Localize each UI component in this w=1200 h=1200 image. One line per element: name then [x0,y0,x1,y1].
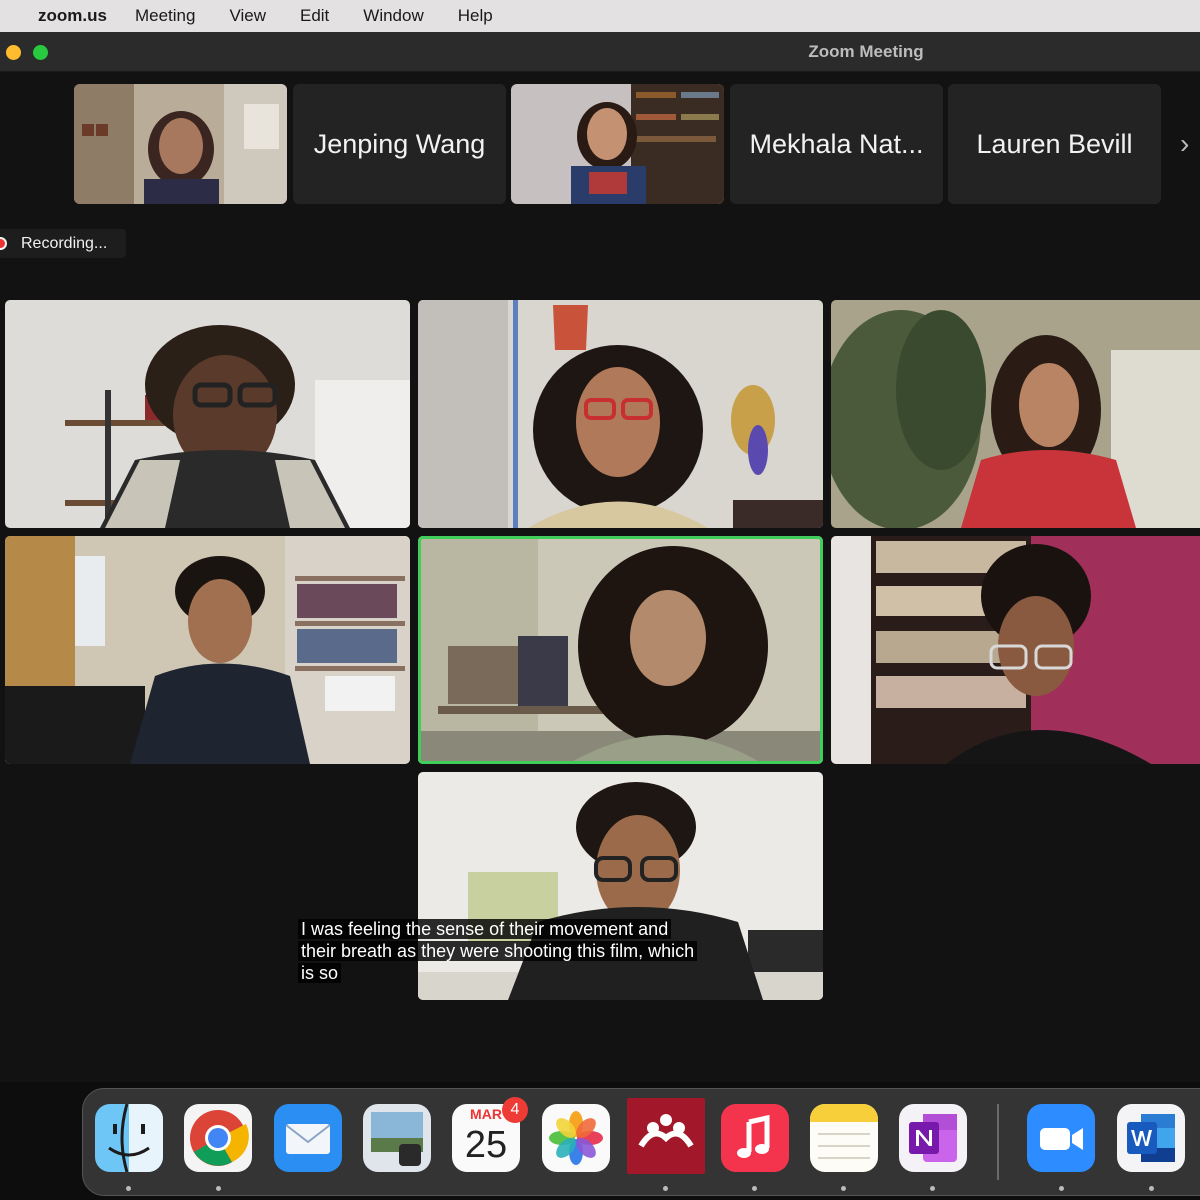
calendar-day: 25 [464,1124,508,1166]
mendeley-icon[interactable] [627,1098,705,1174]
running-indicator [216,1186,221,1191]
photos-icon[interactable] [542,1104,610,1172]
zoom-window-button[interactable] [33,45,48,60]
video-tile[interactable] [831,300,1200,528]
running-indicator [841,1186,846,1191]
minimize-button[interactable] [6,45,21,60]
menu-window[interactable]: Window [363,6,423,26]
active-speaker-tile[interactable] [418,536,823,764]
calendar-badge: 4 [502,1097,528,1123]
notes-icon[interactable] [810,1104,878,1172]
menu-help[interactable]: Help [458,6,493,26]
closed-caption: I was feeling the sense of their movemen… [298,918,738,984]
window-titlebar: Zoom Meeting [0,32,1200,72]
filmstrip-name-3[interactable]: Lauren Bevill [948,84,1161,204]
finder-icon[interactable] [95,1104,163,1172]
menu-view[interactable]: View [229,6,266,26]
video-tile[interactable] [418,300,823,528]
video-tile[interactable] [5,300,410,528]
menu-meeting[interactable]: Meeting [135,6,195,26]
dock-separator [997,1104,999,1180]
running-indicator [1149,1186,1154,1191]
caption-line: their breath as they were shooting this … [298,941,698,961]
caption-line: I was feeling the sense of their movemen… [298,919,672,939]
filmstrip-video-2[interactable] [511,84,724,204]
running-indicator [930,1186,935,1191]
menu-bar: zoom.us Meeting View Edit Window Help [0,0,1200,32]
recording-indicator[interactable]: Recording... [0,229,126,258]
menu-app-name[interactable]: zoom.us [38,6,107,26]
filmstrip-name-2[interactable]: Mekhala Nat... [730,84,943,204]
window-title: Zoom Meeting [808,42,924,61]
running-indicator [752,1186,757,1191]
participant-name: Mekhala Nat... [749,128,924,159]
video-tile[interactable] [831,536,1200,764]
video-tile[interactable] [5,536,410,764]
caption-line: is so [298,963,342,983]
zoom-icon[interactable] [1027,1104,1095,1172]
recording-label: Recording... [21,234,108,252]
record-dot-icon [0,237,7,250]
filmstrip-name-1[interactable]: Jenping Wang [293,84,506,204]
mail-icon[interactable] [274,1104,342,1172]
menu-edit[interactable]: Edit [300,6,329,26]
running-indicator [126,1186,131,1191]
participant-name: Lauren Bevill [976,128,1133,159]
running-indicator [663,1186,668,1191]
onenote-icon[interactable] [899,1104,967,1172]
word-icon[interactable] [1117,1104,1185,1172]
chevron-right-icon[interactable]: › [1180,128,1189,160]
participant-name: Jenping Wang [313,128,486,159]
music-icon[interactable] [721,1104,789,1172]
filmstrip-video-1[interactable] [74,84,287,204]
preview-icon[interactable] [363,1104,431,1172]
running-indicator [1059,1186,1064,1191]
chrome-icon[interactable] [184,1104,252,1172]
